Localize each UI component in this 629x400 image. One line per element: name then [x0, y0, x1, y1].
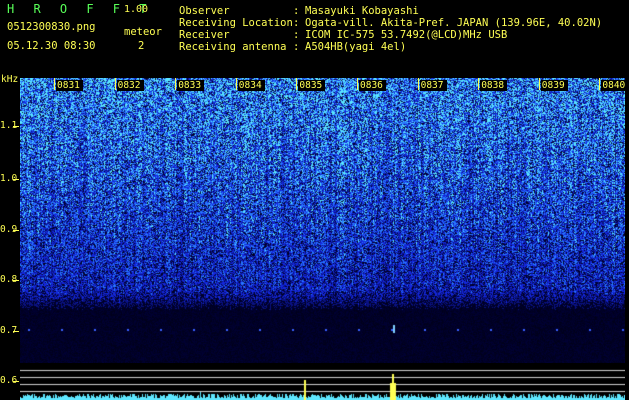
- x-tick-mark: [235, 78, 237, 90]
- y-tick-mark: [13, 280, 19, 281]
- y-tick-mark: [13, 179, 19, 180]
- observer-colon: :: [293, 5, 300, 17]
- y-axis-unit: kHz: [1, 74, 19, 85]
- x-tick-mark: [175, 78, 177, 90]
- x-tick-0837: 0837: [420, 80, 444, 91]
- x-tick-0840: 0840: [602, 80, 626, 91]
- x-tick-mark: [417, 78, 419, 90]
- y-tick-mark: [13, 126, 19, 127]
- x-tick-0835: 0835: [299, 80, 323, 91]
- y-tick-mark: [13, 230, 19, 231]
- spectrogram-plot: kHz 1.1 1.0 0.9 0.8 0.7 0.6 0831 0832 0833…: [0, 74, 629, 400]
- location-colon: :: [293, 17, 300, 29]
- x-tick-mark: [538, 78, 540, 90]
- receiver-label: Receiver: [179, 29, 230, 41]
- receiver-value: ICOM IC-575 53.7492(@LCD)MHz USB: [305, 29, 508, 41]
- location-label: Receiving Location: [179, 17, 293, 29]
- y-tick-mark: [13, 331, 19, 332]
- x-tick-mark: [114, 78, 116, 90]
- file-name: 0512300830.png: [7, 21, 96, 33]
- x-tick-0831: 0831: [57, 80, 80, 91]
- header: H R O F F T 1.00 0512300830.png 05.12.30…: [0, 0, 629, 78]
- observer-label: Observer: [179, 5, 230, 17]
- x-tick-0832: 0832: [117, 80, 141, 91]
- spectrogram-canvas: [20, 78, 625, 363]
- x-tick-mark: [357, 78, 358, 90]
- meteor-label: meteor: [124, 26, 162, 38]
- location-value: Ogata-vill. Akita-Pref. JAPAN (139.96E, …: [305, 17, 603, 29]
- signal-band-canvas: [20, 363, 625, 400]
- receiver-colon: :: [293, 29, 300, 41]
- file-datetime: 05.12.30 08:30: [7, 40, 96, 52]
- antenna-value: A504HB(yagi 4el): [305, 41, 407, 53]
- x-tick-mark: [478, 78, 480, 90]
- x-tick-0834: 0834: [238, 80, 262, 91]
- antenna-colon: :: [293, 41, 300, 53]
- x-tick-mark: [296, 78, 298, 90]
- x-tick-mark: [54, 78, 55, 90]
- app-version: 1.00: [124, 4, 149, 15]
- x-tick-0836: 0836: [360, 80, 383, 91]
- x-tick-0838: 0838: [481, 80, 505, 91]
- meteor-count: 2: [138, 40, 145, 52]
- x-tick-mark: [599, 78, 601, 90]
- observer-value: Masayuki Kobayashi: [305, 5, 419, 17]
- antenna-label: Receiving antenna: [179, 41, 287, 53]
- x-tick-0833: 0833: [178, 80, 202, 91]
- y-tick-mark: [13, 381, 19, 382]
- x-tick-0839: 0839: [541, 80, 565, 91]
